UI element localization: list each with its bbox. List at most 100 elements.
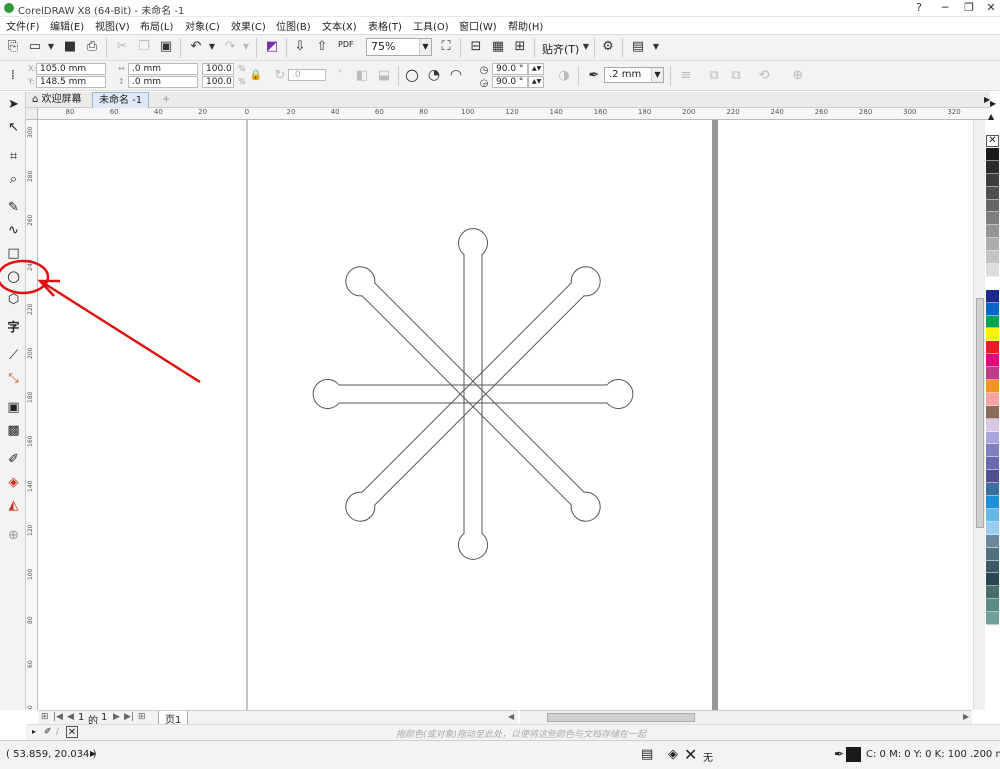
application-launcher-icon[interactable]: ▤ [630, 39, 646, 55]
scroll-right-icon[interactable]: ▶ [963, 712, 969, 721]
lock-ratio-icon[interactable]: 🔒 [248, 68, 264, 84]
help-icon[interactable]: ? [908, 0, 930, 16]
rotation-angle-field[interactable]: .0 [288, 69, 326, 81]
pick-tool-icon[interactable]: ➤ [5, 96, 22, 113]
add-icon[interactable]: ⊕ [790, 68, 806, 84]
palette-swatch[interactable] [986, 302, 999, 316]
palette-swatch[interactable] [986, 534, 999, 548]
close-button[interactable]: ✕ [980, 0, 1000, 16]
transparency-icon[interactable]: ▩ [5, 422, 22, 439]
menu-text[interactable]: 文本(X) [322, 18, 357, 33]
pie-mode-icon[interactable]: ◔ [426, 67, 442, 83]
docpalette-menu-icon[interactable]: ▸ [32, 727, 36, 736]
horizontal-scroll-thumb[interactable] [547, 713, 695, 722]
docpalette-eyedropper-icon[interactable]: ✐ [44, 727, 52, 737]
y-position-field[interactable]: 148.5 mm [36, 76, 106, 88]
import-icon[interactable]: ⇩ [292, 39, 308, 55]
menu-tools[interactable]: 工具(O) [413, 18, 449, 33]
palette-swatch[interactable] [986, 328, 999, 342]
palette-swatch[interactable] [986, 354, 999, 368]
full-screen-icon[interactable]: ⛶ [438, 39, 454, 55]
minimize-button[interactable]: ─ [934, 0, 956, 16]
drawing-canvas[interactable] [38, 120, 972, 710]
palette-swatch[interactable] [986, 160, 999, 174]
last-page-icon[interactable]: ▶| [124, 712, 134, 722]
launcher-dropdown-icon[interactable]: ▼ [648, 39, 664, 55]
palette-swatch[interactable] [986, 212, 999, 226]
zoom-tool-icon[interactable]: ⌕ [5, 171, 22, 188]
open-folder-icon[interactable]: ▭ [27, 39, 43, 55]
artistic-media-icon[interactable]: ∿ [5, 222, 22, 239]
show-grid-icon[interactable]: ▦ [490, 39, 506, 55]
vertical-scrollbar[interactable] [973, 120, 985, 710]
palette-swatch[interactable] [986, 186, 999, 200]
parallel-dimension-icon[interactable]: ⟋ [5, 347, 22, 364]
docpalette-link-icon[interactable]: ∕ [56, 727, 59, 737]
palette-swatch[interactable] [986, 251, 999, 265]
drop-shadow-icon[interactable]: ▣ [5, 399, 22, 416]
menu-window[interactable]: 窗口(W) [459, 18, 497, 33]
to-back-icon[interactable]: ⧉ [728, 68, 744, 84]
palette-swatch[interactable] [986, 612, 999, 625]
export-icon[interactable]: ⇧ [314, 39, 330, 55]
ellipse-tool-icon[interactable]: ○ [5, 268, 22, 285]
first-page-icon[interactable]: |◀ [53, 712, 63, 722]
palette-swatch[interactable] [986, 470, 999, 484]
start-angle-spinner[interactable]: ▲▼ [528, 63, 544, 75]
options-gear-icon[interactable]: ⚙ [600, 39, 616, 55]
menu-edit[interactable]: 编辑(E) [50, 18, 84, 33]
mirror-horizontal-icon[interactable]: ◧ [354, 68, 370, 84]
chevron-down-icon[interactable]: ▼ [651, 68, 663, 82]
menu-help[interactable]: 帮助(H) [508, 18, 543, 33]
text-tool-icon[interactable]: 字 [5, 319, 22, 336]
tab-document[interactable]: 未命名 -1 [92, 92, 150, 108]
change-direction-icon[interactable]: ◑ [556, 68, 572, 84]
vertical-ruler[interactable]: 3002802602402202001801601401201008060402… [26, 120, 38, 710]
palette-swatch[interactable] [986, 547, 999, 561]
palette-swatch[interactable] [986, 148, 999, 161]
cut-icon[interactable]: ✂ [114, 39, 130, 55]
add-tool-icon[interactable]: ⊕ [5, 527, 22, 544]
zoom-level-combo[interactable]: 75% ▼ [366, 38, 432, 56]
palette-swatch[interactable] [986, 315, 999, 329]
horizontal-ruler[interactable]: 80 60 40 20 0 20 40 60 80 100 120 140 160 180 200 220 24… [38, 108, 990, 120]
mirror-vertical-icon[interactable]: ⬓ [376, 68, 392, 84]
palette-scroll-up-icon[interactable]: ▲ [988, 112, 994, 121]
chevron-down-icon[interactable]: ▼ [419, 39, 431, 55]
palette-swatch[interactable] [986, 199, 999, 213]
save-icon[interactable]: ■ [62, 39, 78, 55]
ruler-origin[interactable] [26, 108, 38, 120]
docpalette-no-color-icon[interactable]: ✕ [66, 726, 78, 738]
publish-pdf-icon[interactable]: PDF [338, 40, 354, 49]
to-front-icon[interactable]: ⧉ [706, 68, 722, 84]
palette-swatch[interactable] [986, 444, 999, 458]
menu-table[interactable]: 表格(T) [368, 18, 402, 33]
scale-width-field[interactable]: 100.0 [202, 63, 234, 75]
palette-swatch[interactable] [986, 367, 999, 381]
menu-view[interactable]: 视图(V) [95, 18, 130, 33]
show-guidelines-icon[interactable]: ⊞ [512, 39, 528, 55]
palette-swatch[interactable] [986, 431, 999, 445]
maximize-button[interactable]: ❐ [958, 0, 980, 16]
polygon-tool-icon[interactable]: ⬡ [5, 291, 22, 308]
add-page-before-icon[interactable]: ⊞ [41, 712, 49, 722]
next-page-icon[interactable]: ▶ [113, 712, 120, 722]
height-field[interactable]: .0 mm [128, 76, 198, 88]
width-field[interactable]: .0 mm [128, 63, 198, 75]
palette-swatch[interactable] [986, 457, 999, 471]
smart-fill-icon[interactable]: ◭ [5, 497, 22, 514]
redo-dropdown-icon[interactable]: ▼ [238, 39, 254, 55]
ellipse-mode-icon[interactable]: ○ [404, 67, 420, 83]
menu-effects[interactable]: 效果(C) [231, 18, 266, 33]
palette-expand-icon[interactable]: ▶ [990, 99, 996, 108]
palette-swatch[interactable] [986, 521, 999, 535]
interactive-fill-icon[interactable]: ◈ [5, 474, 22, 491]
palette-swatch[interactable] [986, 380, 999, 393]
shape-bar-vertical[interactable] [458, 228, 488, 560]
shape-bar-diagonal-1[interactable] [340, 261, 606, 527]
start-angle-field[interactable]: 90.0 ° [492, 63, 528, 75]
shape-bar-diagonal-2[interactable] [340, 261, 606, 527]
redo-icon[interactable]: ↷ [222, 39, 238, 55]
add-page-after-icon[interactable]: ⊞ [138, 712, 146, 722]
palette-swatch[interactable] [986, 560, 999, 574]
